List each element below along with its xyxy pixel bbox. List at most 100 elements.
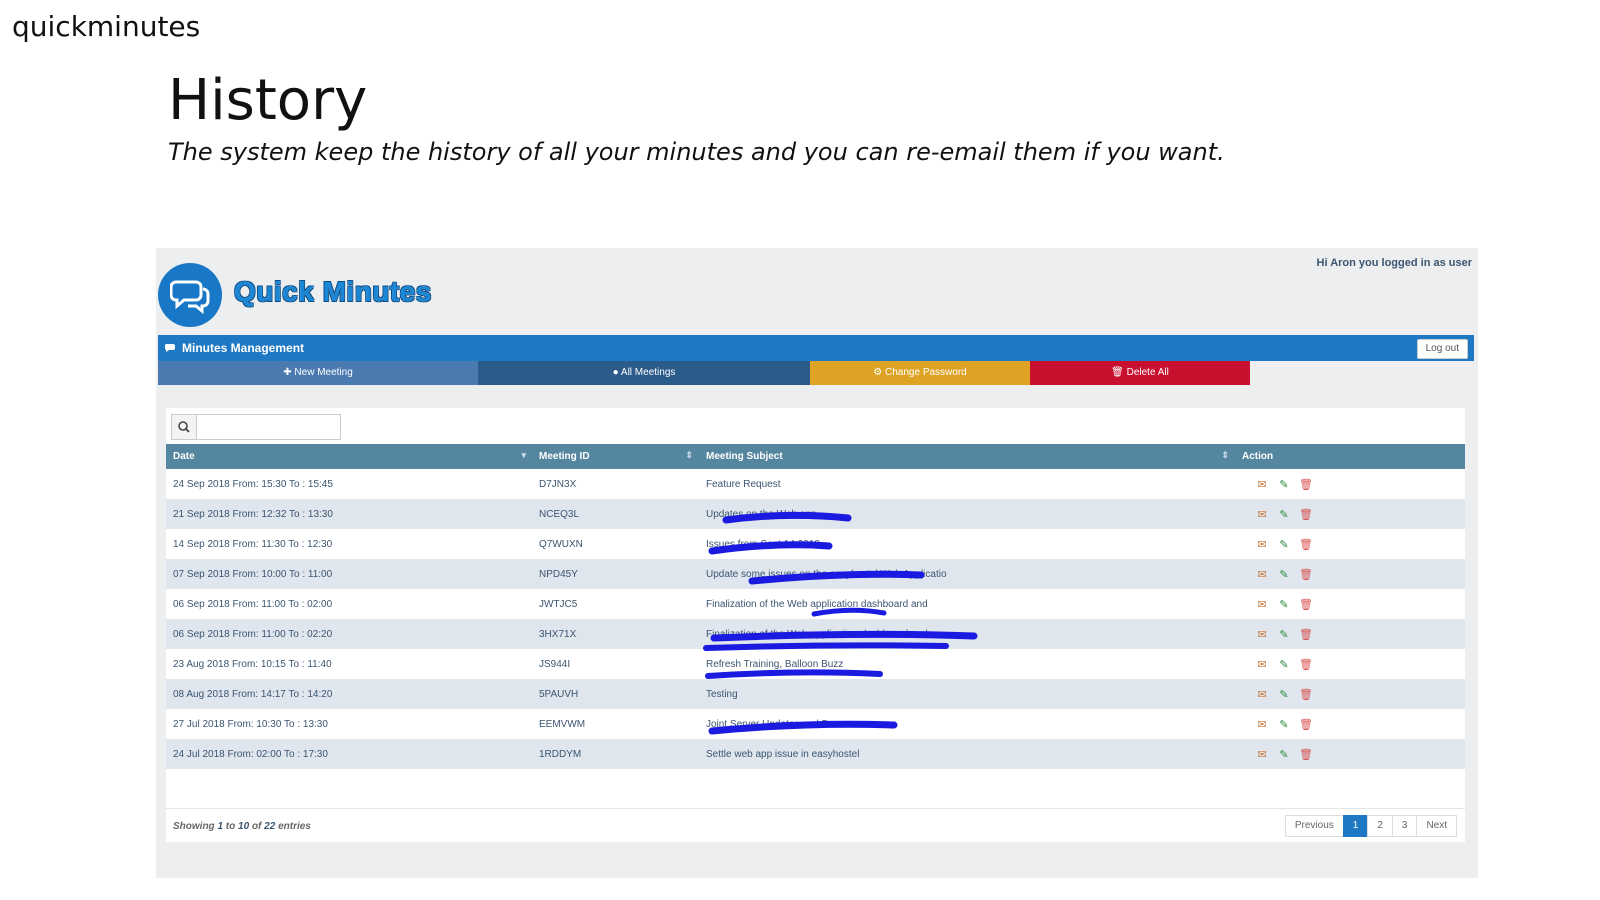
pencil-icon[interactable]: ✎	[1277, 718, 1291, 731]
cell-meeting-subject: Finalization of the Web application dash…	[699, 619, 1235, 649]
trash-icon[interactable]: 🗑	[1299, 508, 1313, 521]
trash-icon[interactable]: 🗑	[1299, 598, 1313, 611]
cell-date: 24 Jul 2018 From: 02:00 To : 17:30	[166, 739, 532, 769]
new-meeting-button[interactable]: ✚ New Meeting	[158, 361, 478, 385]
cell-date: 21 Sep 2018 From: 12:32 To : 13:30	[166, 499, 532, 529]
gears-icon: ⚙	[873, 367, 886, 378]
cell-meeting-subject: Updates on the Web app	[699, 499, 1235, 529]
trash-icon[interactable]: 🗑	[1299, 628, 1313, 641]
mail-icon[interactable]: ✉	[1255, 748, 1269, 761]
cell-meeting-id: JS944I	[532, 649, 699, 679]
mail-icon[interactable]: ✉	[1255, 598, 1269, 611]
trash-icon[interactable]: 🗑	[1299, 718, 1313, 731]
pagination-previous[interactable]: Previous	[1284, 815, 1344, 837]
column-header-date[interactable]: Date ▾	[166, 444, 532, 469]
search-box	[171, 414, 341, 440]
cell-date: 24 Sep 2018 From: 15:30 To : 15:45	[166, 469, 532, 499]
pencil-icon[interactable]: ✎	[1277, 688, 1291, 701]
cell-actions: ✉ ✎ 🗑	[1235, 619, 1465, 649]
mail-icon[interactable]: ✉	[1255, 688, 1269, 701]
mail-icon[interactable]: ✉	[1255, 628, 1269, 641]
cell-date: 23 Aug 2018 From: 10:15 To : 11:40	[166, 649, 532, 679]
bar-title: Minutes Management	[182, 341, 305, 355]
pencil-icon[interactable]: ✎	[1277, 538, 1291, 551]
plus-icon: ✚	[283, 367, 295, 378]
cell-meeting-subject: Testing	[699, 679, 1235, 709]
cell-actions: ✉ ✎ 🗑	[1235, 589, 1465, 619]
change-password-label: Change Password	[885, 367, 967, 378]
table-row: 08 Aug 2018 From: 14:17 To : 14:20 5PAUVH…	[166, 679, 1465, 709]
app-screenshot: Hi Aron you logged in as user Quick Minu…	[156, 248, 1478, 878]
cell-meeting-subject: Issues from Sept 14 2018	[699, 529, 1235, 559]
pencil-icon[interactable]: ✎	[1277, 568, 1291, 581]
table-footer: Showing 1 to 10 of 22 entries Previous 1…	[166, 808, 1465, 842]
pagination-page-2[interactable]: 2	[1367, 815, 1393, 837]
cell-meeting-id: EEMVWM	[532, 709, 699, 739]
cell-meeting-subject: Refresh Training, Balloon Buzz	[699, 649, 1235, 679]
trash-icon: 🗑	[1111, 367, 1127, 378]
pagination-next[interactable]: Next	[1416, 815, 1457, 837]
mail-icon[interactable]: ✉	[1255, 718, 1269, 731]
sort-icon: ⇕	[1221, 450, 1229, 460]
page-subtitle: The system keep the history of all your …	[168, 138, 1225, 166]
cell-meeting-subject: Finalization of the Web application dash…	[699, 589, 1235, 619]
cell-date: 08 Aug 2018 From: 14:17 To : 14:20	[166, 679, 532, 709]
table-row: 27 Jul 2018 From: 10:30 To : 13:30 EEMVWM…	[166, 709, 1465, 739]
mail-icon[interactable]: ✉	[1255, 658, 1269, 671]
cell-meeting-id: NPD45Y	[532, 559, 699, 589]
login-info: Hi Aron you logged in as user	[1316, 257, 1472, 269]
pencil-icon[interactable]: ✎	[1277, 658, 1291, 671]
mail-icon[interactable]: ✉	[1255, 568, 1269, 581]
column-header-action: Action	[1235, 444, 1465, 469]
cell-actions: ✉ ✎ 🗑	[1235, 529, 1465, 559]
trash-icon[interactable]: 🗑	[1299, 478, 1313, 491]
pagination-page-3[interactable]: 3	[1391, 815, 1418, 837]
change-password-button[interactable]: ⚙ Change Password	[810, 361, 1030, 385]
cell-date: 27 Jul 2018 From: 10:30 To : 13:30	[166, 709, 532, 739]
cell-date: 14 Sep 2018 From: 11:30 To : 12:30	[166, 529, 532, 559]
chat-bubbles-logo-icon	[158, 263, 222, 327]
pencil-icon[interactable]: ✎	[1277, 748, 1291, 761]
cell-actions: ✉ ✎ 🗑	[1235, 499, 1465, 529]
mail-icon[interactable]: ✉	[1255, 538, 1269, 551]
cell-actions: ✉ ✎ 🗑	[1235, 709, 1465, 739]
table-header-row: Date ▾ Meeting ID ⇕ Meeting Subject ⇕ Actio…	[166, 444, 1465, 469]
cell-actions: ✉ ✎ 🗑	[1235, 469, 1465, 499]
cell-meeting-subject: Settle web app issue in easyhostel	[699, 739, 1235, 769]
table-row: 24 Sep 2018 From: 15:30 To : 15:45 D7JN3X…	[166, 469, 1465, 499]
pencil-icon[interactable]: ✎	[1277, 598, 1291, 611]
delete-all-label: Delete All	[1126, 367, 1169, 378]
all-meetings-button[interactable]: ● All Meetings	[478, 361, 810, 385]
column-header-meeting-subject[interactable]: Meeting Subject ⇕	[699, 444, 1235, 469]
trash-icon[interactable]: 🗑	[1299, 688, 1313, 701]
sort-icon: ⇕	[685, 450, 693, 460]
cell-meeting-id: D7JN3X	[532, 469, 699, 499]
trash-icon[interactable]: 🗑	[1299, 748, 1313, 761]
cell-date: 07 Sep 2018 From: 10:00 To : 11:00	[166, 559, 532, 589]
table-row: 21 Sep 2018 From: 12:32 To : 13:30 NCEQ3L…	[166, 499, 1465, 529]
comments-icon	[164, 341, 177, 359]
table-row: 06 Sep 2018 From: 11:00 To : 02:00 JWTJC5…	[166, 589, 1465, 619]
delete-all-button[interactable]: 🗑 Delete All	[1030, 361, 1250, 385]
trash-icon[interactable]: 🗑	[1299, 538, 1313, 551]
management-bar: Minutes Management Log out	[158, 335, 1474, 361]
mail-icon[interactable]: ✉	[1255, 478, 1269, 491]
search-input[interactable]	[198, 417, 340, 437]
trash-icon[interactable]: 🗑	[1299, 658, 1313, 671]
pagination-page-1[interactable]: 1	[1342, 815, 1369, 837]
pencil-icon[interactable]: ✎	[1277, 508, 1291, 521]
cell-meeting-id: 3HX71X	[532, 619, 699, 649]
cell-meeting-id: 1RDDYM	[532, 739, 699, 769]
mail-icon[interactable]: ✉	[1255, 508, 1269, 521]
pencil-icon[interactable]: ✎	[1277, 478, 1291, 491]
sort-desc-icon: ▾	[521, 450, 526, 460]
cell-date: 06 Sep 2018 From: 11:00 To : 02:00	[166, 589, 532, 619]
trash-icon[interactable]: 🗑	[1299, 568, 1313, 581]
pencil-icon[interactable]: ✎	[1277, 628, 1291, 641]
column-header-meeting-id[interactable]: Meeting ID ⇕	[532, 444, 699, 469]
cell-meeting-id: 5PAUVH	[532, 679, 699, 709]
logout-button[interactable]: Log out	[1416, 339, 1468, 359]
cell-meeting-id: Q7WUXN	[532, 529, 699, 559]
globe-icon: ●	[612, 367, 621, 378]
cell-actions: ✉ ✎ 🗑	[1235, 649, 1465, 679]
